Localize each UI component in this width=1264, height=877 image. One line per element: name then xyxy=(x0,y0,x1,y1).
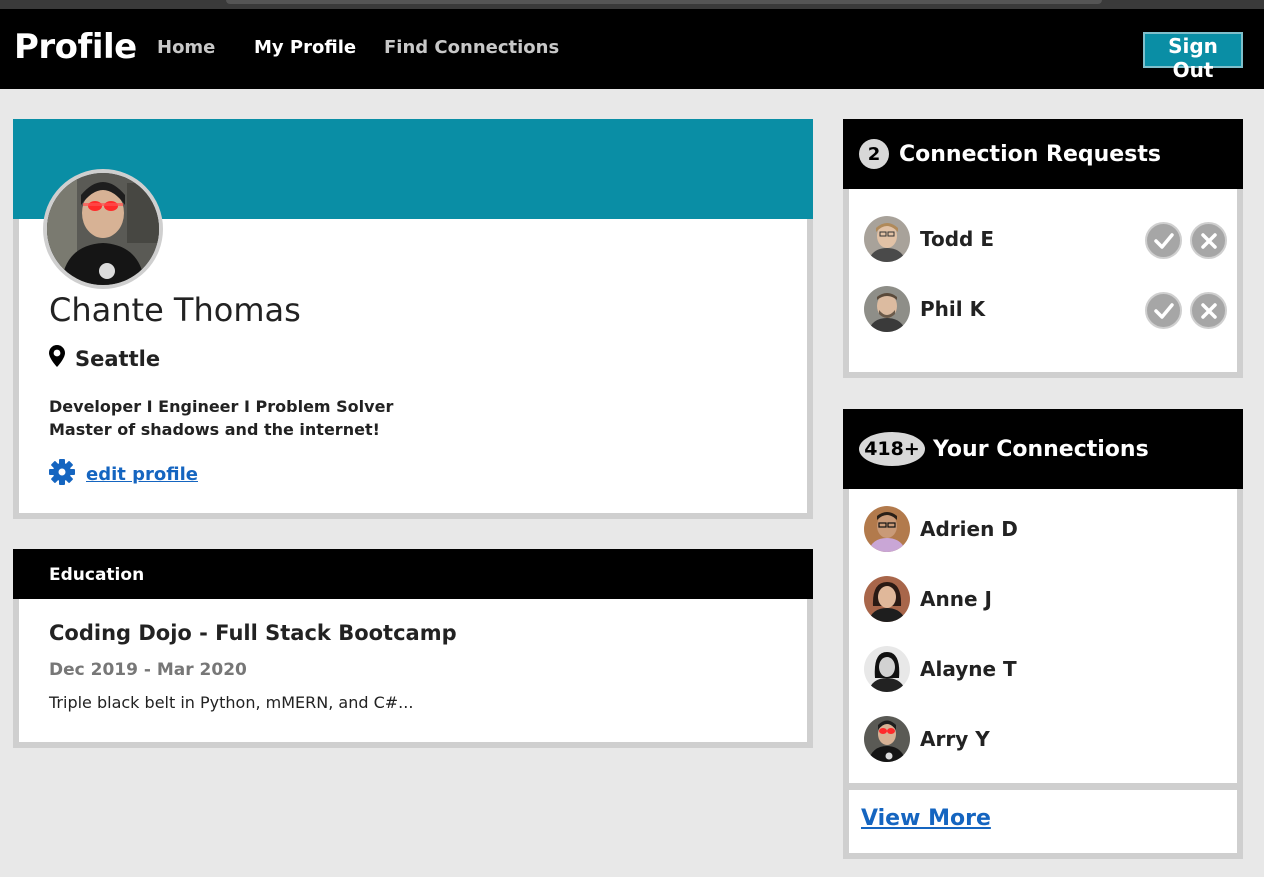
bio-line: Developer I Engineer I Problem Solver xyxy=(49,397,394,416)
edit-profile-row[interactable]: edit profile xyxy=(49,459,198,489)
brand-title: Profile xyxy=(14,27,137,67)
request-item[interactable]: Phil K xyxy=(864,286,985,332)
connection-item[interactable]: Arry Y xyxy=(864,716,990,762)
accept-request-button[interactable] xyxy=(1145,222,1182,259)
connection-name: Anne J xyxy=(920,587,992,611)
requests-title: Connection Requests xyxy=(899,141,1161,167)
connection-item[interactable]: Anne J xyxy=(864,576,992,622)
close-icon xyxy=(1200,232,1217,249)
education-school: Coding Dojo - Full Stack Bootcamp xyxy=(49,621,457,645)
connection-name: Alayne T xyxy=(920,657,1017,681)
connection-requests-panel: 2 Connection Requests Todd E Phil K xyxy=(843,119,1243,378)
profile-avatar xyxy=(43,169,163,289)
connection-name: Adrien D xyxy=(920,517,1018,541)
connection-item[interactable]: Alayne T xyxy=(864,646,1017,692)
view-more-link[interactable]: View More xyxy=(861,806,991,831)
education-header: Education xyxy=(13,549,813,599)
location-pin-icon xyxy=(49,345,65,372)
profile-card: Chante Thomas Seattle Developer I Engine… xyxy=(13,119,813,519)
avatar xyxy=(864,286,910,332)
request-item[interactable]: Todd E xyxy=(864,216,994,262)
check-icon xyxy=(1153,232,1174,249)
profile-name: Chante Thomas xyxy=(49,291,301,329)
browser-tab xyxy=(226,0,1102,4)
nav-my-profile[interactable]: My Profile xyxy=(254,37,356,58)
connections-count-badge: 418+ xyxy=(859,432,925,466)
requests-header: 2 Connection Requests xyxy=(843,119,1243,189)
view-more-panel: View More xyxy=(843,784,1243,859)
connection-item[interactable]: Adrien D xyxy=(864,506,1018,552)
gear-icon[interactable] xyxy=(49,459,75,489)
decline-request-button[interactable] xyxy=(1190,222,1227,259)
education-dates: Dec 2019 - Mar 2020 xyxy=(49,660,247,680)
location-text: Seattle xyxy=(75,346,161,371)
request-name: Todd E xyxy=(920,227,994,251)
nav-find-connections[interactable]: Find Connections xyxy=(384,37,559,58)
check-icon xyxy=(1153,302,1174,319)
education-description: Triple black belt in Python, mMERN, and … xyxy=(49,693,414,712)
avatar xyxy=(864,716,910,762)
decline-request-button[interactable] xyxy=(1190,292,1227,329)
your-connections-panel: 418+ Your Connections Adrien D Anne J Al… xyxy=(843,409,1243,789)
profile-bio: Developer I Engineer I Problem Solver Ma… xyxy=(49,395,393,441)
profile-location: Seattle xyxy=(49,345,160,372)
accept-request-button[interactable] xyxy=(1145,292,1182,329)
connections-header: 418+ Your Connections xyxy=(843,409,1243,489)
request-name: Phil K xyxy=(920,297,986,321)
avatar xyxy=(864,646,910,692)
navbar: Profile Home My Profile Find Connections… xyxy=(0,9,1264,89)
bio-line: Master of shadows and the internet! xyxy=(49,420,380,439)
avatar xyxy=(864,506,910,552)
connection-name: Arry Y xyxy=(920,727,990,751)
education-card: Education Coding Dojo - Full Stack Bootc… xyxy=(13,549,813,748)
avatar xyxy=(864,216,910,262)
avatar xyxy=(864,576,910,622)
sign-out-button[interactable]: Sign Out xyxy=(1143,32,1243,82)
nav-home[interactable]: Home xyxy=(157,37,215,58)
connections-title: Your Connections xyxy=(933,436,1149,462)
edit-profile-link[interactable]: edit profile xyxy=(86,464,198,485)
browser-top-strip xyxy=(0,0,1264,9)
close-icon xyxy=(1200,302,1217,319)
requests-count-badge: 2 xyxy=(859,139,889,169)
